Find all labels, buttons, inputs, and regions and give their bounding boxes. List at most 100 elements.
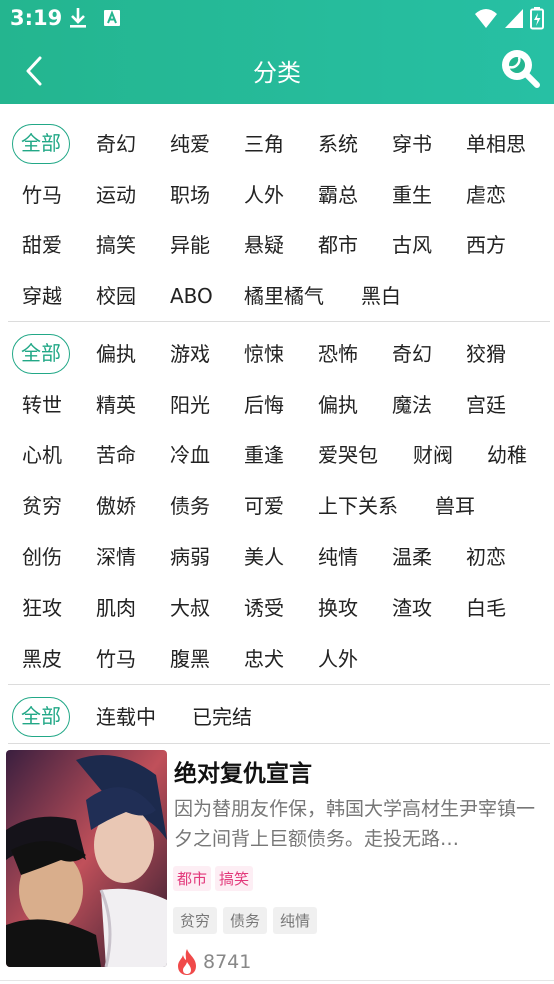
tag-filter-item[interactable]: 财阀 xyxy=(413,435,453,475)
tag-filter-item[interactable]: 狡猾 xyxy=(466,334,506,374)
category-tag[interactable]: 职场 xyxy=(170,175,210,215)
tag-filter-item[interactable]: 心机 xyxy=(22,435,62,475)
category-tag[interactable]: 竹马 xyxy=(22,175,62,215)
tag-filter-item[interactable]: 可爱 xyxy=(244,486,284,526)
tag-filter-item[interactable]: 傲娇 xyxy=(96,486,136,526)
search-button[interactable] xyxy=(500,48,542,90)
genre-tag: 搞笑 xyxy=(215,866,254,891)
category-tag-all[interactable]: 全部 xyxy=(12,124,70,164)
tag-row: 贫穷 傲娇 债务 可爱 上下关系 兽耳 xyxy=(0,486,554,526)
tag-filter-item[interactable]: 恐怖 xyxy=(318,334,358,374)
status-filter-ongoing[interactable]: 连载中 xyxy=(96,697,156,737)
genre-tag: 都市 xyxy=(173,866,212,891)
page-title: 分类 xyxy=(253,59,301,87)
battery-icon xyxy=(530,7,544,30)
tag-filter-item[interactable]: 贫穷 xyxy=(22,486,62,526)
tag-filter-item[interactable]: 温柔 xyxy=(392,537,432,577)
tag-filter-item[interactable]: 爱哭包 xyxy=(318,435,378,475)
tag-filter-item[interactable]: 黑皮 xyxy=(22,639,62,679)
tag-filter-item[interactable]: 人外 xyxy=(318,639,358,679)
divider xyxy=(8,321,550,322)
tag-filter-item[interactable]: 转世 xyxy=(22,385,62,425)
book-card[interactable]: 绝对复仇宣言 因为替朋友作保，韩国大学高材生尹宰镇一夕之间背上巨额债务。走投无路… xyxy=(0,746,554,982)
status-filter-completed[interactable]: 已完结 xyxy=(192,697,252,737)
tag-filter-item[interactable]: 忠犬 xyxy=(244,639,284,679)
tag-filter-item[interactable]: 竹马 xyxy=(96,639,136,679)
tag-filter-item[interactable]: 创伤 xyxy=(22,537,62,577)
tag-filter-item[interactable]: 后悔 xyxy=(244,385,284,425)
category-tag[interactable]: 纯爱 xyxy=(170,124,210,164)
book-title[interactable]: 绝对复仇宣言 xyxy=(174,754,312,788)
status-filter-all[interactable]: 全部 xyxy=(12,697,70,737)
category-tag[interactable]: 西方 xyxy=(466,225,506,265)
tag-filter-item[interactable]: 幼稚 xyxy=(487,435,527,475)
category-tag[interactable]: 穿书 xyxy=(392,124,432,164)
category-tag[interactable]: 三角 xyxy=(244,124,284,164)
category-tag[interactable]: 异能 xyxy=(170,225,210,265)
tag-filter-item[interactable]: 偏执 xyxy=(96,334,136,374)
search-icon xyxy=(502,50,540,88)
tag-filter-item[interactable]: 重逢 xyxy=(244,435,284,475)
tag-filter-item[interactable]: 兽耳 xyxy=(435,486,475,526)
tag-filter-item[interactable]: 冷血 xyxy=(170,435,210,475)
tag-row: 全部 偏执 游戏 惊悚 恐怖 奇幻 狡猾 xyxy=(0,334,554,374)
tag-filter-item[interactable]: 肌肉 xyxy=(96,588,136,628)
tag-row: 创伤 深情 病弱 美人 纯情 温柔 初恋 xyxy=(0,537,554,577)
tag-filter-item[interactable]: 苦命 xyxy=(96,435,136,475)
book-cover[interactable] xyxy=(6,750,167,967)
status-row: 全部 连载中 已完结 xyxy=(0,697,554,737)
signal-icon xyxy=(505,9,523,28)
tag-filter-item[interactable]: 游戏 xyxy=(170,334,210,374)
tag-filter-item[interactable]: 奇幻 xyxy=(392,334,432,374)
category-tag[interactable]: 古风 xyxy=(392,225,432,265)
category-tag[interactable]: 系统 xyxy=(318,124,358,164)
tag-filter-item[interactable]: 白毛 xyxy=(466,588,506,628)
tag-row: 心机 苦命 冷血 重逢 爱哭包 财阀 幼稚 xyxy=(0,435,554,475)
category-tag[interactable]: 都市 xyxy=(318,225,358,265)
category-tag[interactable]: 霸总 xyxy=(318,175,358,215)
tag-filter-item[interactable]: 深情 xyxy=(96,537,136,577)
category-tag[interactable]: 悬疑 xyxy=(244,225,284,265)
category-tag[interactable]: 单相思 xyxy=(466,124,526,164)
tag-filter-item[interactable]: 魔法 xyxy=(392,385,432,425)
tag-filter-item[interactable]: 上下关系 xyxy=(318,486,398,526)
divider xyxy=(0,980,554,981)
tag-filter-item[interactable]: 偏执 xyxy=(318,385,358,425)
tag-filter-item[interactable]: 初恋 xyxy=(466,537,506,577)
category-tag[interactable]: 穿越 xyxy=(22,276,62,316)
tag-filter-item[interactable]: 阳光 xyxy=(170,385,210,425)
tag-filter-item[interactable]: 狂攻 xyxy=(22,588,62,628)
category-tag[interactable]: 黑白 xyxy=(361,276,401,316)
tag-filter-item[interactable]: 纯情 xyxy=(318,537,358,577)
genre-tags: 都市 搞笑 xyxy=(173,866,254,891)
category-tag[interactable]: 橘里橘气 xyxy=(244,276,324,316)
tag-filter-item[interactable]: 腹黑 xyxy=(170,639,210,679)
tag-filter-item[interactable]: 惊悚 xyxy=(244,334,284,374)
category-tag[interactable]: 校园 xyxy=(96,276,136,316)
tag-filter-item[interactable]: 宫廷 xyxy=(466,385,506,425)
download-icon xyxy=(70,8,86,28)
hot-value: 8741 xyxy=(203,951,252,973)
tag-filter-item[interactable]: 大叔 xyxy=(170,588,210,628)
tag-filter-item[interactable]: 精英 xyxy=(96,385,136,425)
tag-filter-item[interactable]: 美人 xyxy=(244,537,284,577)
hot-count: 8741 xyxy=(174,948,251,976)
tag-filter-item[interactable]: 债务 xyxy=(170,486,210,526)
category-tag[interactable]: 人外 xyxy=(244,175,284,215)
category-row: 穿越 校园 ABO 橘里橘气 黑白 xyxy=(0,276,554,316)
tag-filter-item[interactable]: 渣攻 xyxy=(392,588,432,628)
tag-filter-item[interactable]: 病弱 xyxy=(170,537,210,577)
tag-filter-item[interactable]: 换攻 xyxy=(318,588,358,628)
category-tag[interactable]: 虐恋 xyxy=(466,175,506,215)
tag-filter-all[interactable]: 全部 xyxy=(12,334,70,374)
cover-illustration xyxy=(6,750,167,967)
category-tag[interactable]: 甜爱 xyxy=(22,225,62,265)
category-tag[interactable]: ABO xyxy=(170,276,213,316)
category-tag[interactable]: 重生 xyxy=(392,175,432,215)
tag-row: 转世 精英 阳光 后悔 偏执 魔法 宫廷 xyxy=(0,385,554,425)
category-tag[interactable]: 运动 xyxy=(96,175,136,215)
category-tag[interactable]: 搞笑 xyxy=(96,225,136,265)
tag-filter-item[interactable]: 诱受 xyxy=(244,588,284,628)
category-tag[interactable]: 奇幻 xyxy=(96,124,136,164)
tag-row: 黑皮 竹马 腹黑 忠犬 人外 xyxy=(0,639,554,679)
